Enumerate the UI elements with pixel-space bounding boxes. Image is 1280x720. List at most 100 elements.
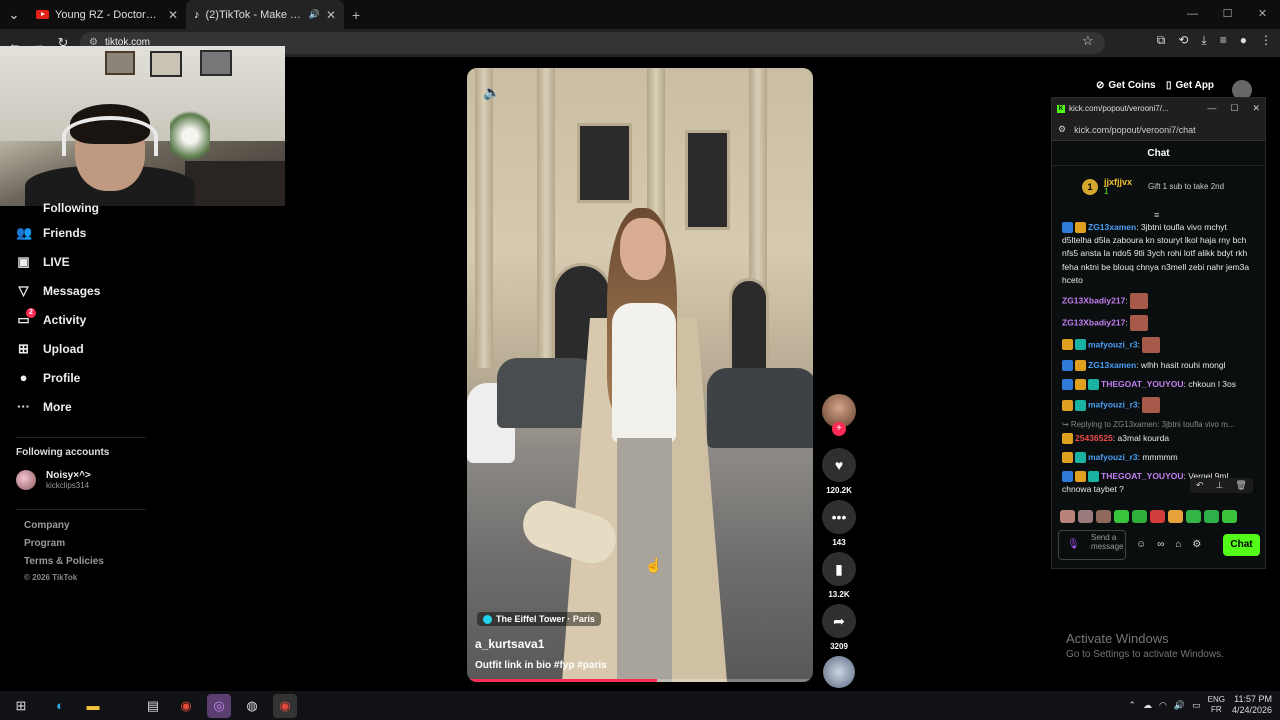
emote[interactable]	[1150, 510, 1165, 523]
audio-playing-icon[interactable]: 🔊	[309, 9, 320, 20]
reply-icon[interactable]: ↶	[1196, 480, 1204, 491]
video-player[interactable]: 🔈 The Eiffel Tower · Paris a_kurtsava1 O…	[467, 68, 813, 682]
battery-icon[interactable]: ▭	[1192, 700, 1201, 711]
chat-username[interactable]: mafyouzi_r3	[1088, 399, 1138, 409]
emote[interactable]	[1060, 510, 1075, 523]
sidebar-item-messages[interactable]: ▽ Messages	[16, 276, 216, 305]
site-info-icon[interactable]: ⚙	[1058, 124, 1066, 135]
volume-icon[interactable]: 🔈	[483, 84, 500, 101]
store-icon[interactable]: ⌂	[1175, 539, 1181, 550]
like-button[interactable]: ♥	[822, 448, 856, 482]
emote[interactable]	[1168, 510, 1183, 523]
chat-message[interactable]: ZG13Xbadiy217:	[1062, 314, 1257, 331]
history-icon[interactable]: ⟲	[1178, 33, 1188, 48]
microphone-icon[interactable]: 🎙	[1067, 539, 1080, 550]
chat-message[interactable]: mafyouzi_r3:	[1062, 336, 1257, 353]
maximize-button[interactable]: ☐	[1230, 103, 1238, 114]
sidebar-item-profile[interactable]: ● Profile	[16, 363, 216, 392]
location-tag[interactable]: The Eiffel Tower · Paris	[477, 612, 601, 626]
chat-message[interactable]: THEGOAT_YOUYOU: chkoun l 3os	[1062, 378, 1257, 391]
music-disc[interactable]	[823, 656, 855, 688]
chrome-icon[interactable]: ◉	[273, 693, 297, 718]
profile-icon[interactable]: ●	[1240, 33, 1247, 48]
gifter-name[interactable]: jjxfjjvx	[1104, 177, 1132, 187]
download-icon[interactable]: ⤓	[1201, 33, 1206, 48]
minimize-button[interactable]: —	[1175, 0, 1210, 29]
tray-chevron-icon[interactable]: ⌃	[1128, 700, 1136, 711]
emote[interactable]	[1132, 510, 1147, 523]
share-button[interactable]: ➦	[822, 604, 856, 638]
emote[interactable]	[1186, 510, 1201, 523]
emote[interactable]	[1114, 510, 1129, 523]
tab-tiktok[interactable]: ♪ (2)TikTok - Make Your Day 🔊 ✕	[186, 0, 344, 29]
chat-message-input[interactable]: 🎙 Send a message	[1058, 530, 1126, 560]
get-coins-button[interactable]: ⊘ Get Coins	[1096, 80, 1156, 91]
network-icon[interactable]: ☁	[1143, 700, 1152, 711]
chat-message[interactable]: ZG13Xbadiy217:	[1062, 292, 1257, 309]
sidebar-item-more[interactable]: ··· More	[16, 392, 216, 421]
emote[interactable]	[1204, 510, 1219, 523]
following-account-item[interactable]: Noisy×^> kickclips314	[16, 470, 91, 490]
store-icon[interactable]: ▤	[141, 694, 165, 718]
edge-icon[interactable]: ◐	[48, 694, 72, 718]
extensions-icon[interactable]: ⧉	[1157, 33, 1166, 48]
gift-prompt[interactable]: Gift 1 sub to take 2nd	[1148, 182, 1224, 191]
send-chat-button[interactable]: Chat	[1223, 534, 1260, 556]
chat-message[interactable]: mafyouzi_r3:	[1062, 397, 1257, 414]
chat-username[interactable]: ZG13xamen	[1088, 222, 1136, 232]
clock[interactable]: 11:57 PM 4/24/2026	[1232, 694, 1272, 717]
language-indicator[interactable]: ENG FR	[1208, 695, 1225, 715]
tab-close-icon[interactable]: ✕	[168, 8, 178, 22]
wifi-icon[interactable]: ◠	[1159, 700, 1167, 711]
sidebar-item-live[interactable]: ▣ LIVE	[16, 247, 216, 276]
sidebar-item-activity[interactable]: ▭ 2 Activity	[16, 305, 216, 334]
link-icon[interactable]: ∞	[1157, 539, 1164, 550]
chat-message[interactable]: ZG13xamen: wlhh hasit rouhi mongl	[1062, 359, 1257, 372]
start-icon[interactable]: ⊞	[9, 694, 33, 718]
tab-close-icon[interactable]: ✕	[326, 8, 336, 22]
emote[interactable]	[1096, 510, 1111, 523]
chat-username[interactable]: ZG13xamen	[1088, 360, 1136, 370]
delete-icon[interactable]: 🗑	[1235, 480, 1246, 491]
chrome-icon[interactable]: ◉	[174, 694, 198, 718]
sidebar-item-following[interactable]: Following	[16, 198, 216, 218]
chat-username[interactable]: THEGOAT_YOUYOU	[1101, 471, 1184, 481]
creator-avatar[interactable]: +	[822, 394, 856, 436]
footer-link-program[interactable]: Program	[24, 538, 104, 556]
discord-icon[interactable]: ◎	[207, 693, 231, 718]
close-window-button[interactable]: ✕	[1245, 0, 1280, 29]
bookmark-star-icon[interactable]: ☆	[1082, 33, 1094, 49]
chat-username[interactable]: mafyouzi_r3	[1088, 452, 1138, 462]
sidebar-item-upload[interactable]: ⊞ Upload	[16, 334, 216, 363]
obs-icon[interactable]: ◍	[240, 694, 264, 718]
save-button[interactable]: ▮	[822, 552, 856, 586]
chat-username[interactable]: 25436525	[1075, 433, 1113, 443]
tab-search-icon[interactable]: ⌄	[0, 7, 28, 23]
emote[interactable]	[1222, 510, 1237, 523]
chat-username[interactable]: ZG13Xbadiy217	[1062, 317, 1125, 327]
follow-plus-icon[interactable]: +	[832, 422, 846, 436]
video-progress-bar[interactable]	[467, 679, 813, 682]
volume-icon[interactable]: 🔊	[1174, 700, 1185, 711]
media-control-icon[interactable]: ≡	[1220, 33, 1227, 48]
emote[interactable]	[1078, 510, 1093, 523]
chat-message[interactable]: mafyouzi_r3: mmmmm	[1062, 451, 1257, 464]
comment-button[interactable]: •••	[822, 500, 856, 534]
chat-username[interactable]: ZG13Xbadiy217	[1062, 295, 1125, 305]
chat-username[interactable]: THEGOAT_YOUYOU	[1101, 379, 1184, 389]
footer-link-terms[interactable]: Terms & Policies	[24, 556, 104, 574]
sidebar-item-friends[interactable]: 👥 Friends	[16, 218, 216, 247]
close-button[interactable]: ✕	[1252, 103, 1260, 114]
chat-message[interactable]: ↪ Replying to ZG13xamen: 3jbtni toufla v…	[1062, 419, 1257, 445]
menu-icon[interactable]: ⋮	[1260, 33, 1272, 48]
pin-icon[interactable]: ⊥	[1216, 480, 1224, 491]
video-username[interactable]: a_kurtsava1	[475, 637, 544, 651]
footer-link-company[interactable]: Company	[24, 520, 104, 538]
emoji-icon[interactable]: ☺	[1136, 539, 1146, 550]
chat-username[interactable]: mafyouzi_r3	[1088, 339, 1138, 349]
get-app-button[interactable]: ▯ Get App	[1166, 80, 1214, 91]
settings-icon[interactable]: ⚙	[1192, 539, 1201, 550]
chat-message[interactable]: ZG13xamen: 3jbtni toufla vivo mchyt d5lt…	[1062, 221, 1257, 287]
pin-filter-icon[interactable]: ≡	[1154, 210, 1159, 220]
new-tab-button[interactable]: +	[352, 7, 360, 23]
